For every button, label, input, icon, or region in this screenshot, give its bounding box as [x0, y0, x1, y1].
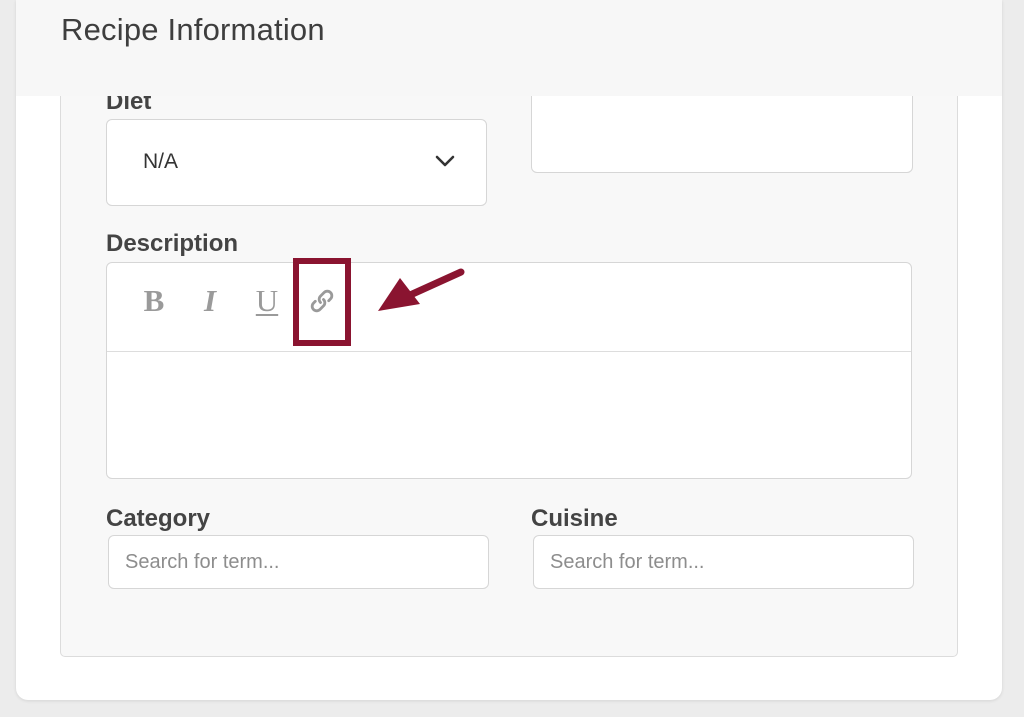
recipe-information-card: Recipe Information Diet N/A Description …: [16, 0, 1002, 700]
description-editor: B I U: [106, 262, 912, 479]
cuisine-search-input[interactable]: [534, 536, 913, 588]
cuisine-search-box: [533, 535, 914, 589]
link-highlight-box: [293, 258, 351, 346]
category-search-box: [108, 535, 489, 589]
chevron-down-icon: [435, 155, 455, 167]
category-search-input[interactable]: [109, 536, 488, 588]
section-title: Recipe Information: [61, 12, 325, 47]
card-header: Recipe Information: [16, 0, 1002, 96]
description-text-area[interactable]: [107, 352, 911, 478]
category-label: Category: [106, 505, 211, 532]
cuisine-label: Cuisine: [531, 505, 618, 532]
diet-select[interactable]: N/A: [106, 119, 487, 206]
diet-selected-value: N/A: [143, 150, 179, 173]
italic-button[interactable]: I: [193, 281, 227, 321]
annotation-arrow-icon: [378, 268, 465, 311]
editor-toolbar: B I U: [107, 263, 911, 352]
description-label: Description: [106, 230, 239, 257]
bold-button[interactable]: B: [137, 281, 171, 321]
underline-button[interactable]: U: [250, 281, 284, 321]
